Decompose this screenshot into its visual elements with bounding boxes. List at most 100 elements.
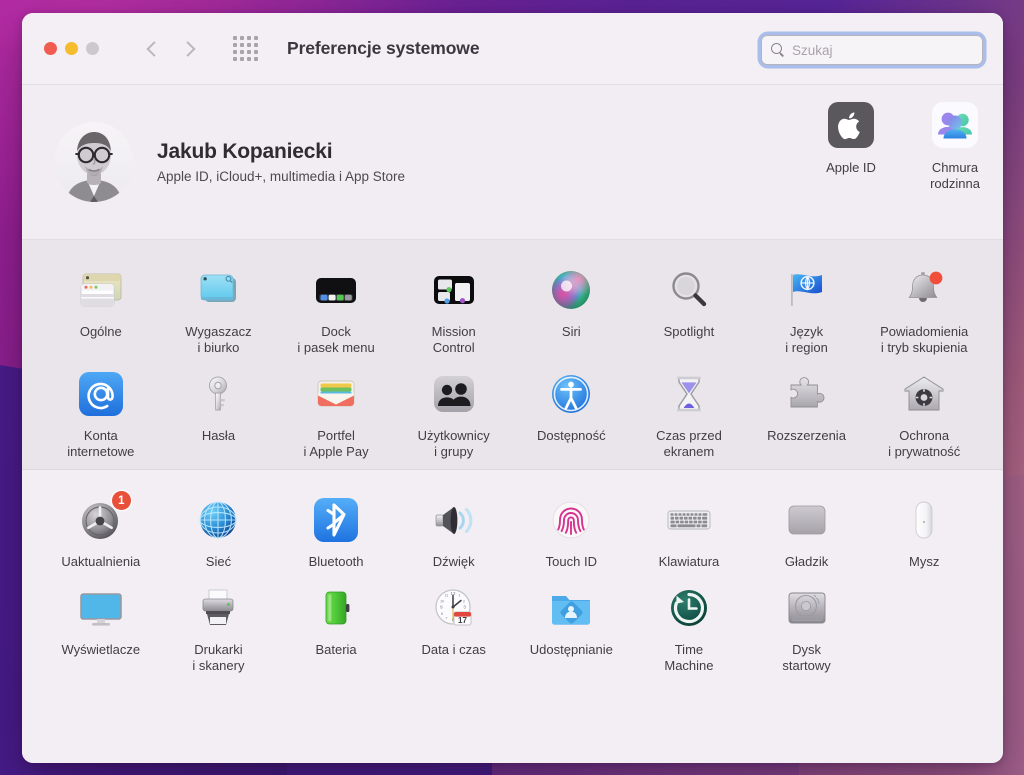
search-field-focus-ring — [761, 35, 983, 65]
preferences-section-hardware: 1 Uaktualnienia Sieć Bluetooth Dźwięk To… — [22, 470, 1003, 763]
svg-text:7: 7 — [445, 617, 447, 621]
pref-item-keyboard[interactable]: Klawiatura — [630, 486, 748, 574]
search-input[interactable] — [792, 42, 974, 58]
grid-dot — [233, 57, 237, 61]
grid-dot — [254, 36, 258, 40]
accessibility-icon — [545, 368, 597, 420]
preferences-row: 1 Uaktualnienia Sieć Bluetooth Dźwięk To… — [42, 486, 983, 574]
close-button[interactable] — [44, 42, 57, 55]
pref-item-accessibility[interactable]: Dostępność — [513, 360, 631, 464]
pref-item-label: Bluetooth — [308, 554, 364, 570]
pref-item-label: Sieć — [205, 554, 232, 570]
trackpad-icon — [781, 494, 833, 546]
window-title: Preferencje systemowe — [287, 38, 480, 58]
software-update-icon: 1 — [75, 491, 131, 546]
pref-item-sound[interactable]: Dźwięk — [395, 486, 513, 574]
pref-item-screen-time[interactable]: Czas przed ekranem — [630, 360, 748, 464]
pref-item-time-machine[interactable]: Time Machine — [630, 574, 748, 678]
pref-item-label: Ogólne — [79, 324, 122, 339]
avatar[interactable] — [54, 122, 134, 202]
pref-item-general[interactable]: Ogólne — [42, 256, 160, 360]
pref-item-label: Ochrona i prywatność — [888, 427, 961, 459]
apple-id-account-band[interactable]: Jakub Kopaniecki Apple ID, iCloud+, mult… — [22, 85, 1003, 240]
window-titlebar: Preferencje systemowe — [22, 13, 1003, 85]
pref-item-trackpad[interactable]: Gładzik — [748, 486, 866, 574]
pref-tile-label: Chmura rodzinna — [930, 160, 980, 191]
svg-text:1: 1 — [458, 594, 460, 598]
pref-item-printers-scanners[interactable]: Drukarki i skanery — [160, 574, 278, 678]
pref-tile-apple-id[interactable]: Apple ID — [825, 99, 877, 192]
pref-item-touch-id[interactable]: Touch ID — [513, 486, 631, 574]
security-privacy-icon — [898, 368, 950, 420]
pref-item-label: Time Machine — [664, 642, 714, 674]
pref-item-label: Hasła — [201, 427, 236, 443]
pref-item-label: Drukarki i skanery — [192, 642, 245, 674]
pref-item-label: Dysk startowy — [782, 642, 831, 674]
preferences-row: Konta internetowe Hasła Portfel i Apple … — [42, 360, 983, 464]
screen-time-icon — [663, 368, 715, 420]
pref-item-software-update[interactable]: 1 Uaktualnienia — [42, 486, 160, 574]
pref-item-language-region[interactable]: Język i region — [748, 256, 866, 360]
grid-dot — [247, 43, 251, 47]
zoom-button[interactable] — [86, 42, 99, 55]
pref-item-label: Język i region — [785, 324, 828, 355]
pref-item-internet-accounts[interactable]: Konta internetowe — [42, 360, 160, 464]
extensions-icon — [781, 368, 833, 420]
grid-dot — [240, 57, 244, 61]
users-groups-icon — [428, 368, 480, 420]
pref-item-mission-control[interactable]: Mission Control — [395, 256, 513, 360]
pref-tile-label: Apple ID — [826, 160, 876, 175]
pref-item-passwords[interactable]: Hasła — [160, 360, 278, 464]
grid-dot — [254, 57, 258, 61]
pref-item-battery[interactable]: Bateria — [277, 574, 395, 678]
pref-item-notifications-focus[interactable]: Powiadomienia i tryb skupienia — [865, 256, 983, 360]
back-arrow-icon[interactable] — [141, 36, 163, 62]
pref-item-startup-disk[interactable]: Dysk startowy — [748, 574, 866, 678]
internet-accounts-icon — [75, 368, 127, 420]
pref-item-dock-menubar[interactable]: Dock i pasek menu — [277, 256, 395, 360]
search-field[interactable] — [761, 35, 983, 65]
pref-item-date-time[interactable]: 12 3 6 9 1 11 2 10 4 8 5 7 — [395, 574, 513, 678]
show-all-grid-icon[interactable] — [233, 36, 258, 61]
svg-text:17: 17 — [458, 616, 467, 625]
svg-text:10: 10 — [440, 600, 444, 604]
pref-item-spotlight[interactable]: Spotlight — [630, 256, 748, 360]
pref-item-wallet-applepay[interactable]: Portfel i Apple Pay — [277, 360, 395, 464]
pref-tile-family-sharing[interactable]: Chmura rodzinna — [929, 99, 981, 192]
account-tiles: Apple ID Chmura rodzinna — [825, 99, 981, 192]
pref-item-label: Siri — [561, 324, 581, 339]
grid-dot — [254, 50, 258, 54]
pref-item-network[interactable]: Sieć — [160, 486, 278, 574]
pref-item-label: Dźwięk — [432, 554, 475, 570]
pref-item-security-privacy[interactable]: Ochrona i prywatność — [865, 360, 983, 464]
status-badge: 1 — [111, 491, 131, 511]
pref-item-extensions[interactable]: Rozszerzenia — [748, 360, 866, 464]
forward-arrow-icon[interactable] — [179, 36, 201, 62]
traffic-lights — [44, 42, 99, 55]
pref-item-sharing[interactable]: Udostępnianie — [513, 574, 631, 678]
grid-dot — [254, 43, 258, 47]
battery-icon — [310, 582, 362, 634]
account-text: Jakub Kopaniecki Apple ID, iCloud+, mult… — [157, 140, 405, 184]
pref-item-desktop-screensaver[interactable]: Wygaszacz i biurko — [160, 256, 278, 360]
mission-control-icon — [428, 264, 480, 316]
pref-item-label: Powiadomienia i tryb skupienia — [880, 324, 969, 355]
touch-id-icon — [545, 494, 597, 546]
dock-menubar-icon — [310, 264, 362, 316]
network-icon — [192, 494, 244, 546]
sharing-icon — [545, 582, 597, 634]
pref-item-label: Portfel i Apple Pay — [303, 427, 369, 459]
sound-icon — [428, 494, 480, 546]
passwords-icon — [192, 368, 244, 420]
minimize-button[interactable] — [65, 42, 78, 55]
desktop-screensaver-icon — [192, 264, 244, 316]
pref-item-users-groups[interactable]: Użytkownicy i grupy — [395, 360, 513, 464]
pref-item-displays[interactable]: Wyświetlacze — [42, 574, 160, 678]
pref-item-siri[interactable]: Siri — [513, 256, 631, 360]
grid-dot — [233, 50, 237, 54]
svg-text:11: 11 — [444, 594, 448, 598]
pref-item-mouse[interactable]: Mysz — [865, 486, 983, 574]
pref-item-label: Spotlight — [663, 324, 715, 339]
pref-item-label: Dock i pasek menu — [297, 324, 375, 355]
pref-item-bluetooth[interactable]: Bluetooth — [277, 486, 395, 574]
